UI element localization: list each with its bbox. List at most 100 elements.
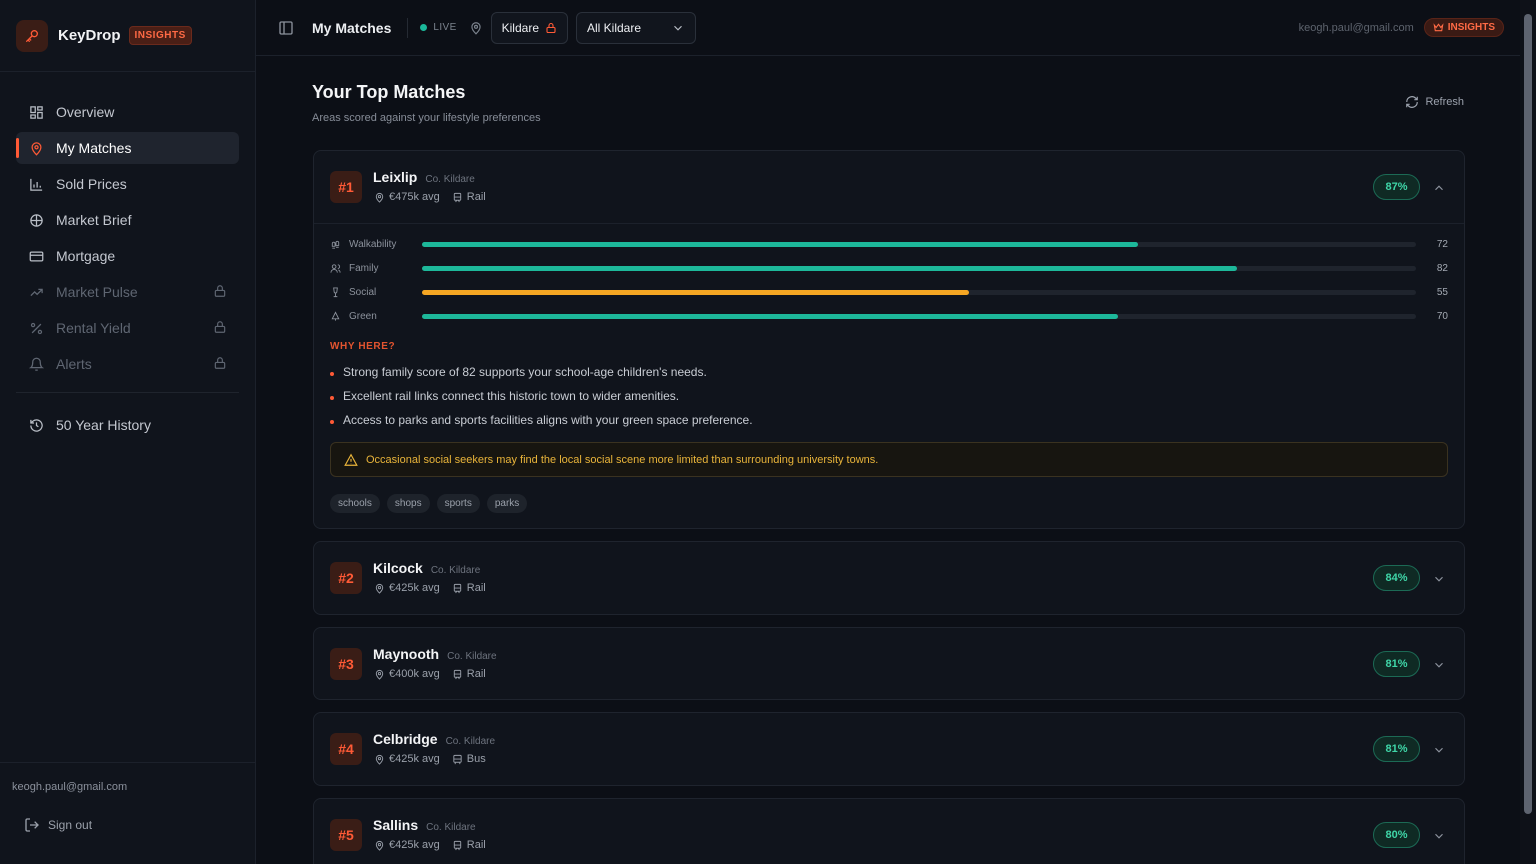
match-card-header[interactable]: #3 Maynooth Co. Kildare €400k avg Rail 81… (314, 628, 1464, 700)
area-transport: Rail (466, 191, 486, 203)
sidebar-item-mortgage[interactable]: Mortgage (16, 240, 239, 272)
chevron-down-icon[interactable] (1432, 658, 1446, 672)
live-label: LIVE (433, 22, 457, 33)
train-icon (453, 669, 461, 679)
metric-bar-fill (422, 266, 1238, 271)
sidebar-item-market-brief[interactable]: Market Brief (16, 204, 239, 236)
map-pin-icon (375, 583, 384, 594)
area-name: Celbridge Co. Kildare (373, 731, 495, 747)
match-score: 80% (1373, 822, 1420, 848)
sidebar-item-my-matches[interactable]: My Matches (16, 132, 239, 164)
metric-bar-fill (422, 314, 1118, 319)
area-transport: Rail (466, 668, 486, 680)
metric-bar-fill (422, 242, 1138, 247)
scrollbar-thumb[interactable] (1524, 14, 1532, 814)
match-card-header[interactable]: #1 Leixlip Co. Kildare €475k avg Rail 87% (314, 151, 1464, 223)
crown-icon (1433, 23, 1444, 32)
match-score: 87% (1373, 174, 1420, 200)
metric-bar (422, 314, 1416, 319)
sidebar-item-label: Sold Prices (56, 176, 127, 192)
area-name-text: Leixlip (373, 169, 418, 185)
metric-label: Green (349, 310, 377, 322)
match-card-header[interactable]: #4 Celbridge Co. Kildare €425k avg Bus 81… (314, 713, 1464, 785)
divider (407, 17, 409, 38)
metric-value: 55 (1436, 286, 1448, 298)
nav-divider (16, 392, 239, 393)
lock-icon (213, 284, 227, 301)
page-scrollbar[interactable] (1520, 0, 1536, 864)
sidebar-item-label: Mortgage (56, 248, 116, 264)
match-card[interactable]: #4 Celbridge Co. Kildare €425k avg Bus 81… (313, 712, 1465, 786)
sidebar-item-overview[interactable]: Overview (16, 96, 239, 128)
insights-badge[interactable]: INSIGHTS (1423, 18, 1504, 37)
area-transport: Bus (466, 753, 486, 765)
footprints-icon (330, 239, 344, 250)
metric-label: Family (349, 262, 379, 274)
area-transport: Rail (466, 839, 486, 851)
match-card[interactable]: #5 Sallins Co. Kildare €425k avg Rail 80% (313, 798, 1465, 864)
chevron-down-icon[interactable] (1432, 829, 1446, 843)
reason-item: Strong family score of 82 supports your … (330, 360, 1448, 384)
match-card-header[interactable]: #2 Kilcock Co. Kildare €425k avg Rail 84% (314, 542, 1464, 614)
area-name-text: Kilcock (373, 560, 423, 576)
sidebar-item-label: Alerts (56, 356, 92, 372)
tag: parks (486, 494, 528, 513)
train-icon (453, 192, 461, 202)
chevron-up-icon[interactable] (1432, 181, 1446, 195)
lock-icon (213, 356, 227, 373)
metric-row: Green 70 (330, 304, 1448, 328)
metric-value: 70 (1436, 310, 1448, 322)
sidebar-item-label: Market Brief (56, 212, 132, 228)
sidebar-item-label: 50 Year History (56, 417, 151, 433)
rank-badge: #2 (330, 562, 362, 594)
sign-out-button[interactable]: Sign out (12, 817, 243, 833)
refresh-button[interactable]: Refresh (1405, 95, 1464, 109)
warning-triangle-icon (344, 453, 358, 466)
location-pin-icon (469, 21, 483, 35)
area-transport: Rail (466, 582, 486, 594)
top-bar: My Matches LIVE Kildare All Kildare keog… (256, 0, 1520, 56)
rank-badge: #4 (330, 733, 362, 765)
warning-callout: Occasional social seekers may find the l… (330, 442, 1448, 477)
area-county: Co. Kildare (425, 174, 475, 185)
area-select[interactable]: All Kildare (576, 11, 696, 44)
match-card[interactable]: #2 Kilcock Co. Kildare €425k avg Rail 84% (313, 541, 1465, 615)
section-subtitle: Areas scored against your lifestyle pref… (312, 112, 541, 124)
match-card-header[interactable]: #5 Sallins Co. Kildare €425k avg Rail 80% (314, 799, 1464, 864)
bus-icon (453, 754, 462, 764)
sidebar: KeyDrop INSIGHTS Overview My Matches Sol… (0, 0, 256, 864)
chevron-down-icon[interactable] (1432, 572, 1446, 586)
users-icon (330, 263, 344, 274)
area-county: Co. Kildare (426, 822, 476, 833)
sidebar-item-rental-yield[interactable]: Rental Yield (16, 312, 239, 344)
chevron-down-icon (671, 21, 685, 35)
why-here-heading: WHY HERE? (330, 341, 396, 352)
area-county: Co. Kildare (447, 651, 497, 662)
train-icon (453, 583, 461, 593)
area-price: €425k avg (389, 839, 440, 851)
match-score: 84% (1373, 565, 1420, 591)
chevron-down-icon[interactable] (1432, 743, 1446, 757)
map-pin-icon (375, 669, 384, 680)
sidebar-item-50-year-history[interactable]: 50 Year History (16, 409, 239, 441)
tag-list: schools shops sports parks (330, 494, 1448, 513)
sidebar-item-label: Rental Yield (56, 320, 131, 336)
county-chip[interactable]: Kildare (490, 11, 568, 44)
sidebar-toggle-icon[interactable] (278, 20, 294, 36)
metric-value: 72 (1436, 238, 1448, 250)
grid-icon (28, 104, 44, 120)
bar-chart-icon (28, 176, 44, 192)
sign-out-icon (25, 818, 39, 832)
metric-row: Social 55 (330, 280, 1448, 304)
match-card[interactable]: #3 Maynooth Co. Kildare €400k avg Rail 81… (313, 627, 1465, 700)
lock-icon (545, 22, 557, 34)
section-title: Your Top Matches (312, 82, 466, 102)
rank-badge: #5 (330, 819, 362, 851)
match-card: #1 Leixlip Co. Kildare €475k avg Rail 87%… (313, 150, 1465, 529)
sidebar-item-market-pulse[interactable]: Market Pulse (16, 276, 239, 308)
sidebar-item-sold-prices[interactable]: Sold Prices (16, 168, 239, 200)
match-score: 81% (1373, 651, 1420, 677)
sidebar-item-alerts[interactable]: Alerts (16, 348, 239, 380)
refresh-icon (1406, 96, 1419, 108)
metric-label: Social (349, 286, 377, 298)
